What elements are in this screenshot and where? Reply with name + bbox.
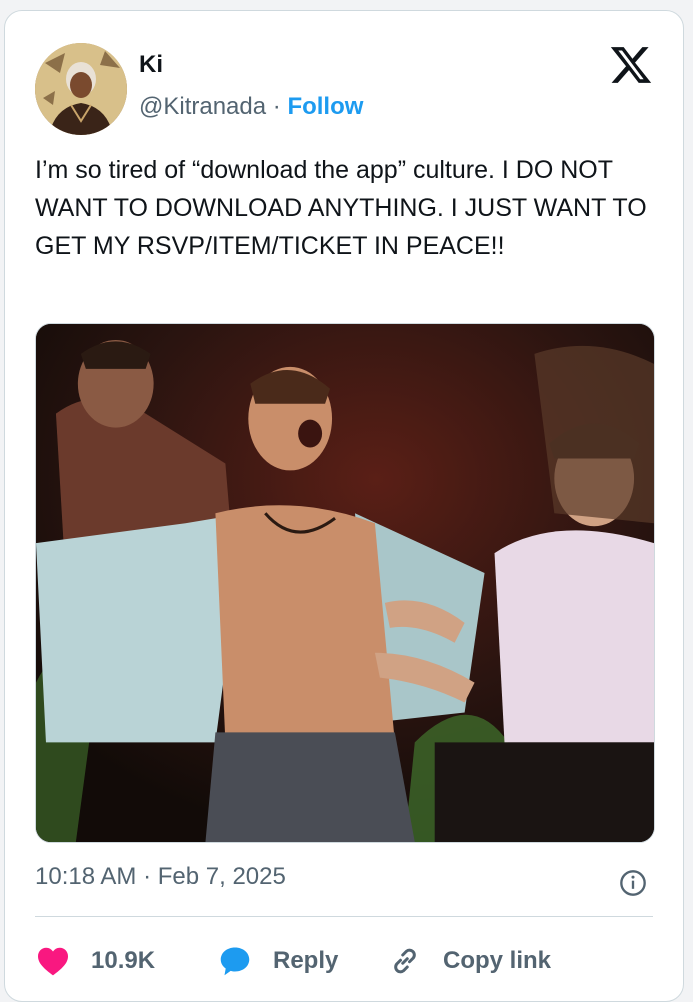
copy-link-button[interactable]: Copy link xyxy=(387,939,551,983)
tweet-card: Ki @Kitranada · Follow I’m so tired of “… xyxy=(4,10,684,1002)
tweet-actions: 10.9K Reply Copy link xyxy=(35,939,653,983)
avatar[interactable] xyxy=(35,43,127,135)
follow-button[interactable]: Follow xyxy=(287,93,363,120)
like-button[interactable]: 10.9K xyxy=(35,939,155,983)
x-logo-icon[interactable] xyxy=(609,43,653,87)
like-count: 10.9K xyxy=(91,947,156,974)
tweet-header: Ki @Kitranada · Follow xyxy=(35,41,653,141)
tweet-media-image[interactable] xyxy=(35,323,655,843)
tweet-timestamp[interactable]: 10:18 AM · Feb 7, 2025 xyxy=(35,863,286,890)
divider xyxy=(35,916,653,917)
speech-bubble-icon xyxy=(220,947,250,976)
tweet-meta: 10:18 AM · Feb 7, 2025 xyxy=(35,863,653,903)
tweet-text: I’m so tired of “download the app” cultu… xyxy=(35,156,647,260)
copy-link-label: Copy link xyxy=(443,947,552,974)
heart-icon xyxy=(38,947,68,976)
author-handle[interactable]: @Kitranada xyxy=(139,93,266,120)
author-line: @Kitranada · Follow xyxy=(139,93,363,121)
reply-button[interactable]: Reply xyxy=(217,939,338,983)
separator: · xyxy=(266,93,288,120)
author-name[interactable]: Ki xyxy=(139,51,163,79)
reply-label: Reply xyxy=(273,947,339,974)
link-icon xyxy=(394,948,416,974)
info-icon[interactable] xyxy=(619,869,647,897)
